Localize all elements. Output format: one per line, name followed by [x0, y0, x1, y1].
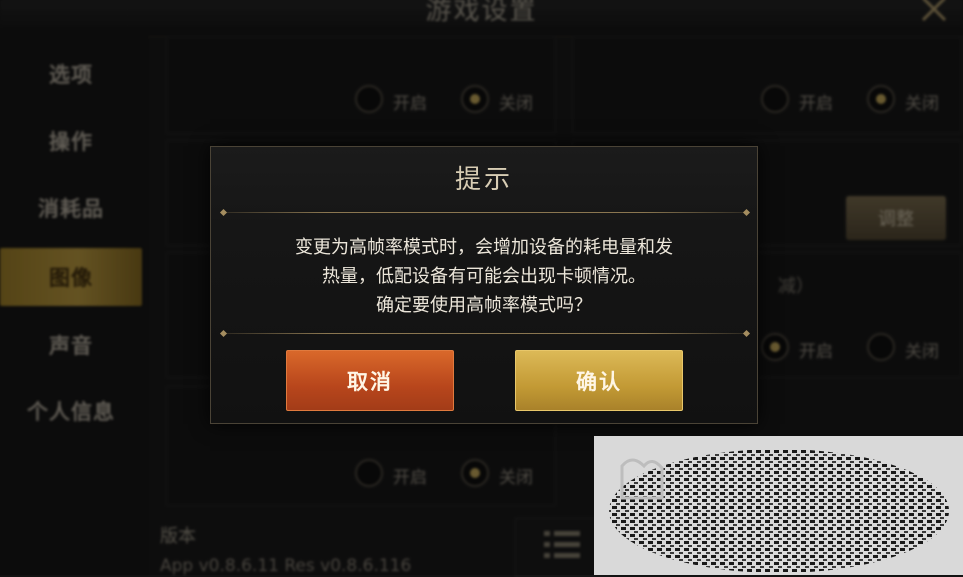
cancel-button-label: 取消 — [347, 369, 393, 394]
confirm-button-label: 确认 — [576, 369, 622, 394]
confirm-button[interactable]: 确认 — [515, 350, 683, 411]
divider — [221, 333, 749, 334]
dialog-message-line: 确定要使用高帧率模式吗？ — [376, 295, 592, 316]
dialog-message: 变更为高帧率模式时，会增加设备的耗电量和发 热量，低配设备有可能会出现卡顿情况。… — [241, 233, 727, 320]
watermark-overlay — [594, 436, 963, 575]
dialog-message-line: 热量，低配设备有可能会出现卡顿情况。 — [322, 266, 646, 287]
cancel-button[interactable]: 取消 — [286, 350, 454, 411]
dialog-title: 提示 — [454, 165, 513, 195]
confirm-dialog: 提示 变更为高帧率模式时，会增加设备的耗电量和发 热量，低配设备有可能会出现卡顿… — [210, 146, 758, 424]
dialog-message-line: 变更为高帧率模式时，会增加设备的耗电量和发 — [295, 237, 673, 258]
noise-pattern — [594, 436, 963, 575]
divider — [221, 212, 749, 213]
